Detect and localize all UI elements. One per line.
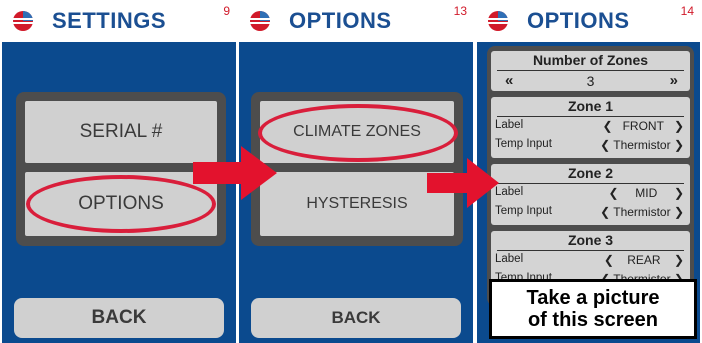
temp-input-caption: Temp Input (495, 138, 552, 150)
label-caption: Label (495, 253, 524, 265)
zones-count-title: Number of Zones (532, 52, 649, 68)
label-selector[interactable]: ❮ FRONT ❯ (603, 119, 684, 133)
zones-count-value: 3 (586, 73, 595, 89)
label-caption: Label (495, 186, 524, 198)
label-selector[interactable]: ❮ REAR ❯ (604, 253, 684, 267)
header: SETTINGS 9 (2, 0, 236, 44)
page-title: SETTINGS (52, 8, 167, 33)
temp-input-value: Thermistor (613, 138, 671, 152)
highlight-ring-options (26, 175, 216, 233)
serial-button[interactable]: SERIAL # (25, 101, 217, 163)
label-value: REAR (627, 253, 661, 267)
label-selector[interactable]: ❮ MID ❯ (609, 186, 684, 200)
temp-input-selector[interactable]: ❮ Thermistor ❯ (600, 138, 684, 152)
divider (497, 116, 684, 117)
screen-number: 13 (453, 4, 467, 18)
logo-icon (250, 11, 270, 31)
highlight-ring-climate-zones (258, 104, 458, 162)
chevron-left-icon[interactable]: ❮ (603, 119, 613, 133)
logo-icon (13, 11, 33, 31)
label-value: MID (635, 186, 658, 200)
chevron-right-icon[interactable]: ❯ (674, 138, 684, 152)
zone-title: Zone 2 (567, 165, 614, 181)
callout-line: Take a picture (526, 287, 660, 309)
zones-next-icon[interactable]: » (670, 72, 678, 89)
page-title: OPTIONS (289, 8, 392, 33)
zone-title: Zone 3 (567, 232, 614, 248)
divider (497, 250, 684, 251)
temp-input-caption: Temp Input (495, 205, 552, 217)
page-title: OPTIONS (527, 8, 630, 33)
zones-count-card: Number of Zones « 3 » (491, 51, 690, 91)
chevron-right-icon[interactable]: ❯ (674, 253, 684, 267)
screen-number: 9 (223, 4, 230, 18)
chevron-right-icon[interactable]: ❯ (674, 186, 684, 200)
temp-input-value: Thermistor (613, 205, 671, 219)
instruction-callout: Take a picture of this screen (489, 279, 697, 339)
chevron-left-icon[interactable]: ❮ (609, 186, 619, 200)
back-button[interactable]: BACK (14, 298, 224, 338)
arrow-right-icon (193, 146, 277, 200)
zone-card: Zone 1 Label ❮ FRONT ❯ Temp Input ❮ Ther… (491, 97, 690, 158)
temp-input-selector[interactable]: ❮ Thermistor ❯ (600, 205, 684, 219)
zone-card: Zone 2 Label ❮ MID ❯ Temp Input ❮ Thermi… (491, 164, 690, 225)
chevron-left-icon[interactable]: ❮ (600, 138, 610, 152)
callout-line: of this screen (527, 309, 659, 331)
chevron-right-icon[interactable]: ❯ (674, 205, 684, 219)
hysteresis-button[interactable]: HYSTERESIS (260, 172, 454, 236)
arrow-right-icon (427, 158, 499, 208)
screen-number: 14 (680, 4, 694, 18)
divider (497, 70, 684, 71)
logo-icon (488, 11, 508, 31)
label-caption: Label (495, 119, 524, 131)
label-value: FRONT (622, 119, 664, 133)
header: OPTIONS 13 (239, 0, 473, 44)
back-button[interactable]: BACK (251, 298, 461, 338)
chevron-right-icon[interactable]: ❯ (674, 119, 684, 133)
chevron-left-icon[interactable]: ❮ (604, 253, 614, 267)
divider (497, 183, 684, 184)
zone-title: Zone 1 (567, 98, 614, 114)
chevron-left-icon[interactable]: ❮ (600, 205, 610, 219)
header: OPTIONS 14 (477, 0, 700, 44)
